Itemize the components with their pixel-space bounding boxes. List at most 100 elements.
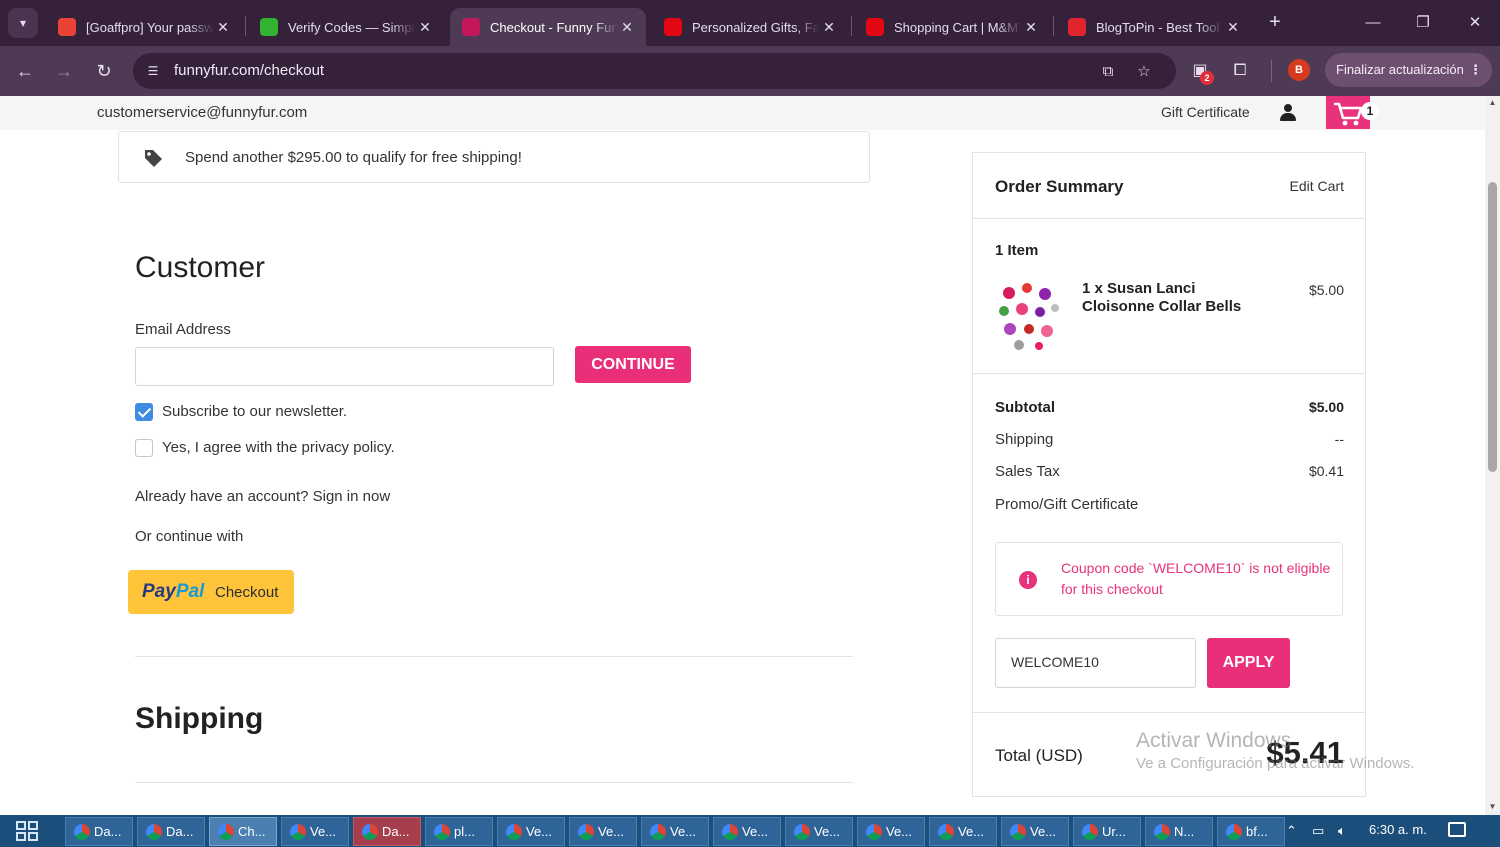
reload-button[interactable]: ↻ — [90, 57, 118, 85]
promo-code-input[interactable]: WELCOME10 — [995, 638, 1196, 688]
taskbar-item[interactable]: Ve... — [497, 817, 565, 846]
translate-icon[interactable]: ⧉ — [1097, 61, 1119, 83]
continue-with-label: Or continue with — [135, 528, 244, 545]
new-tab-button[interactable]: + — [1262, 10, 1288, 36]
taskbar-item[interactable]: Da... — [137, 817, 205, 846]
taskbar-item-label: Ve... — [670, 824, 697, 839]
browser-tab[interactable]: [Goaffpro] Your password✕ — [46, 8, 242, 46]
close-tab-icon[interactable]: ✕ — [820, 19, 838, 36]
sales-tax-value: $0.41 — [1308, 463, 1344, 479]
newsletter-label[interactable]: Subscribe to our newsletter. — [162, 403, 347, 420]
newsletter-checkbox[interactable] — [135, 403, 153, 421]
browser-tab[interactable]: Checkout - Funny Fur ✕ — [450, 8, 646, 46]
page-scrollbar[interactable]: ▲ ▼ — [1485, 96, 1500, 815]
taskbar-item[interactable]: Ve... — [857, 817, 925, 846]
app-icon — [794, 824, 810, 840]
close-icon: ✕ — [1468, 14, 1482, 31]
tab-title: BlogToPin - Best Tool — [1096, 19, 1220, 35]
taskbar-clock[interactable]: 6:30 a. m. — [1369, 822, 1427, 837]
minimize-button[interactable]: — — [1350, 8, 1396, 38]
sign-in-prompt[interactable]: Already have an account? Sign in now — [135, 488, 390, 505]
shipping-label: Shipping — [995, 431, 1054, 448]
app-icon — [290, 824, 306, 840]
taskbar-item[interactable]: Ch... — [209, 817, 277, 846]
close-tab-icon[interactable]: ✕ — [618, 19, 636, 36]
taskbar-item[interactable]: Ve... — [569, 817, 637, 846]
site-settings-icon[interactable]: ☰ — [143, 61, 163, 81]
start-button[interactable] — [16, 821, 40, 843]
paypal-checkout-button[interactable]: PayPal Checkout — [128, 570, 294, 614]
browser-tab[interactable]: Verify Codes — SimplyCodes✕ — [248, 8, 444, 46]
scroll-down-icon[interactable]: ▼ — [1485, 802, 1500, 811]
address-bar[interactable]: ☰ funnyfur.com/checkout ⧉ ☆ — [133, 53, 1176, 89]
privacy-policy-checkbox[interactable] — [135, 439, 153, 457]
taskbar-item[interactable]: Da... — [353, 817, 421, 846]
update-button[interactable]: Finalizar actualización ⋮ — [1325, 53, 1492, 87]
email-field[interactable] — [135, 347, 554, 386]
taskbar-item[interactable]: Ve... — [281, 817, 349, 846]
taskbar-item-label: Ve... — [526, 824, 553, 839]
taskbar-item-label: Ve... — [886, 824, 913, 839]
account-icon[interactable] — [1279, 104, 1297, 122]
browser-tab[interactable]: BlogToPin - Best Tool ✕ — [1056, 8, 1252, 46]
forward-button[interactable]: → — [50, 57, 78, 85]
close-tab-icon[interactable]: ✕ — [1224, 19, 1242, 36]
browser-tab-strip: ▾ [Goaffpro] Your password✕Verify Codes … — [0, 0, 1500, 46]
free-shipping-banner: Spend another $295.00 to qualify for fre… — [118, 131, 870, 183]
taskbar-item[interactable]: Ve... — [785, 817, 853, 846]
product-thumbnail[interactable] — [995, 279, 1061, 353]
notification-icon[interactable] — [1448, 822, 1466, 837]
plus-icon: + — [1269, 11, 1281, 33]
browser-tab[interactable]: Personalized Gifts, Family✕ — [652, 8, 848, 46]
summary-divider — [973, 373, 1365, 374]
back-button[interactable]: ← — [11, 57, 39, 85]
extension-badge: 2 — [1200, 71, 1214, 85]
taskbar-item[interactable]: Ve... — [641, 817, 709, 846]
tab-search-button[interactable]: ▾ — [8, 8, 38, 38]
taskbar-item[interactable]: N... — [1145, 817, 1213, 846]
taskbar-item-label: Ve... — [742, 824, 769, 839]
reload-icon: ↻ — [96, 61, 112, 81]
taskbar-item[interactable]: Da... — [65, 817, 133, 846]
privacy-policy-label[interactable]: Yes, I agree with the privacy policy. — [162, 439, 395, 456]
close-tab-icon[interactable]: ✕ — [416, 19, 434, 36]
order-summary: Order Summary Edit Cart 1 Item 1 x Susan… — [972, 152, 1366, 797]
taskbar-item[interactable]: Ve... — [929, 817, 997, 846]
edit-cart-link[interactable]: Edit Cart — [1290, 178, 1344, 194]
bookmark-star-icon[interactable]: ☆ — [1133, 61, 1155, 83]
section-divider — [135, 656, 853, 657]
restore-button[interactable]: ❐ — [1400, 8, 1446, 38]
email-label: Email Address — [135, 321, 231, 338]
taskbar-item[interactable]: Ve... — [713, 817, 781, 846]
taskbar-item[interactable]: Ve... — [1001, 817, 1069, 846]
extensions-puzzle-icon[interactable]: ⧠ — [1226, 57, 1254, 85]
total-label: Total (USD) — [995, 746, 1083, 765]
chevron-up-icon[interactable]: ⌃ — [1286, 823, 1297, 839]
volume-icon[interactable]: 🔈︎ — [1338, 823, 1346, 839]
browser-tab[interactable]: Shopping Cart | M&M'S ✕ — [854, 8, 1050, 46]
update-button-label: Finalizar actualización — [1336, 62, 1464, 77]
taskbar-item[interactable]: pl... — [425, 817, 493, 846]
scrollbar-thumb[interactable] — [1488, 182, 1497, 472]
sales-tax-label: Sales Tax — [995, 463, 1060, 480]
minimize-icon: — — [1365, 14, 1381, 31]
coupon-error-alert: i Coupon code `WELCOME10` is not eligibl… — [995, 542, 1343, 616]
taskbar-item-label: Ve... — [1030, 824, 1057, 839]
gift-certificate-link[interactable]: Gift Certificate — [1161, 104, 1250, 120]
taskbar-item[interactable]: Ur... — [1073, 817, 1141, 846]
close-tab-icon[interactable]: ✕ — [214, 19, 232, 36]
profile-avatar[interactable]: B — [1288, 59, 1310, 81]
subtotal-label: Subtotal — [995, 399, 1055, 416]
network-icon[interactable]: ▭ — [1312, 823, 1324, 839]
contact-email[interactable]: customerservice@funnyfur.com — [97, 104, 307, 121]
close-tab-icon[interactable]: ✕ — [1022, 19, 1040, 36]
taskbar-item-label: Da... — [382, 824, 410, 839]
apply-button[interactable]: APPLY — [1207, 638, 1290, 688]
scroll-up-icon[interactable]: ▲ — [1485, 98, 1500, 107]
close-window-button[interactable]: ✕ — [1452, 8, 1498, 38]
continue-button[interactable]: CONTINUE — [575, 346, 691, 383]
app-icon — [722, 824, 738, 840]
subtotal-value: $5.00 — [1308, 399, 1344, 415]
taskbar-item[interactable]: bf... — [1217, 817, 1285, 846]
app-icon — [146, 824, 162, 840]
